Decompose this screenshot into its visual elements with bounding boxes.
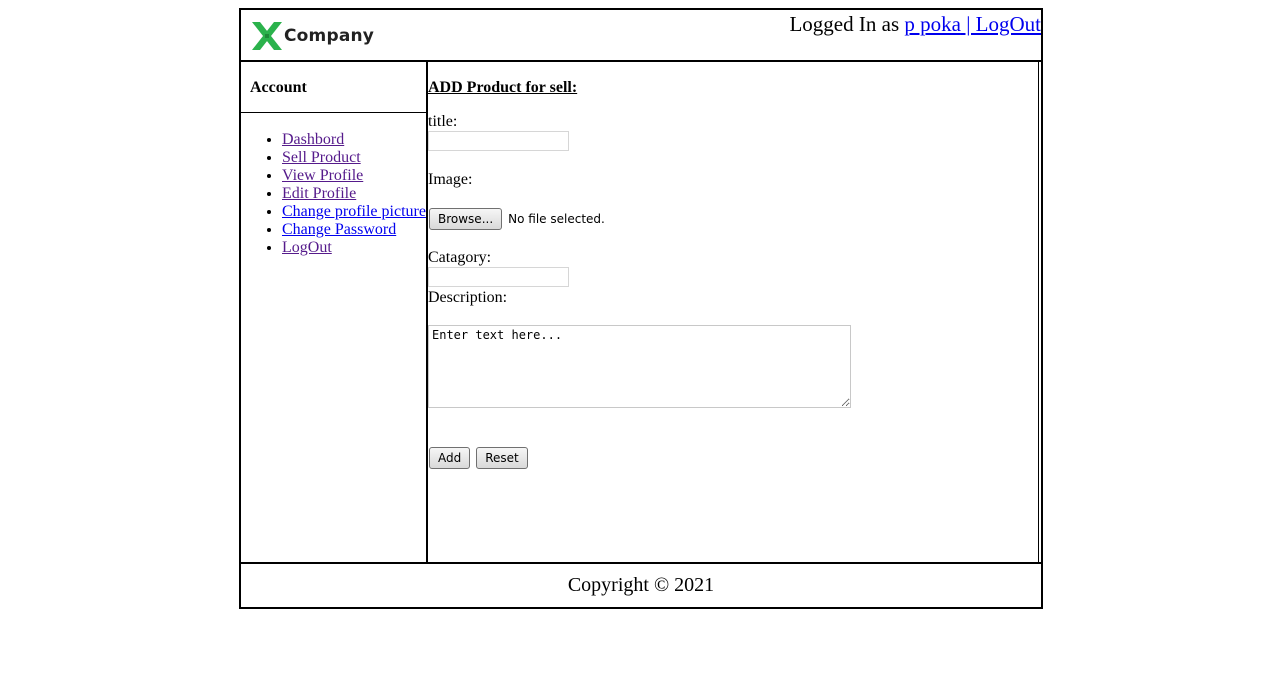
category-input[interactable] (428, 267, 569, 287)
sidebar-item-view-profile: View Profile (282, 167, 426, 185)
sidebar-item-change-picture: Change profile picture (282, 203, 426, 221)
sidebar-menu: Dashbord Sell Product View Profile Edit … (241, 131, 426, 257)
logged-in-prefix: Logged In as (789, 12, 905, 36)
sidebar: Account Dashbord Sell Product View Profi… (241, 62, 428, 562)
file-status-text: No file selected. (508, 212, 605, 226)
sidebar-item-logout: LogOut (282, 239, 426, 257)
main-content: ADD Product for sell: title: Image: Brow… (428, 62, 1039, 562)
image-label: Image: (428, 171, 473, 188)
description-textarea[interactable]: Enter text here... (428, 325, 851, 408)
sidebar-item-sell-product: Sell Product (282, 149, 426, 167)
add-button[interactable]: Add (429, 447, 471, 469)
title-input[interactable] (428, 131, 569, 151)
sidebar-link-change-picture[interactable]: Change profile picture (282, 203, 426, 220)
header: Company Logged In as p poka | LogOut (241, 10, 1041, 62)
x-logo-icon (252, 22, 282, 50)
title-label: title: (428, 113, 458, 130)
sidebar-link-view-profile[interactable]: View Profile (282, 167, 363, 184)
image-file-input: Browse... No file selected. (429, 208, 605, 230)
sidebar-item-dashboard: Dashbord (282, 131, 426, 149)
header-logout-link[interactable]: | LogOut (961, 12, 1041, 36)
sidebar-item-change-password: Change Password (282, 221, 426, 239)
sidebar-link-dashboard[interactable]: Dashbord (282, 131, 344, 148)
description-label: Description: (428, 289, 508, 306)
sidebar-link-edit-profile[interactable]: Edit Profile (282, 185, 356, 202)
logo-text: Company (284, 26, 375, 46)
footer: Copyright © 2021 (241, 562, 1041, 607)
page-frame: Company Logged In as p poka | LogOut Acc… (239, 8, 1043, 609)
sidebar-item-edit-profile: Edit Profile (282, 185, 426, 203)
sidebar-title: Account (241, 62, 426, 113)
sidebar-link-change-password[interactable]: Change Password (282, 221, 396, 238)
category-label: Catagory: (428, 249, 492, 266)
form-actions: Add Reset (429, 447, 528, 469)
reset-button[interactable]: Reset (476, 447, 528, 469)
copyright-text: Copyright © 2021 (567, 574, 715, 596)
login-status: Logged In as p poka | LogOut (789, 12, 1041, 37)
browse-button[interactable]: Browse... (429, 208, 503, 230)
username-link[interactable]: p poka (904, 12, 961, 36)
sidebar-link-logout[interactable]: LogOut (282, 239, 332, 256)
company-logo: Company (251, 21, 374, 51)
sidebar-link-sell-product[interactable]: Sell Product (282, 149, 361, 166)
form-title: ADD Product for sell: (428, 79, 578, 96)
